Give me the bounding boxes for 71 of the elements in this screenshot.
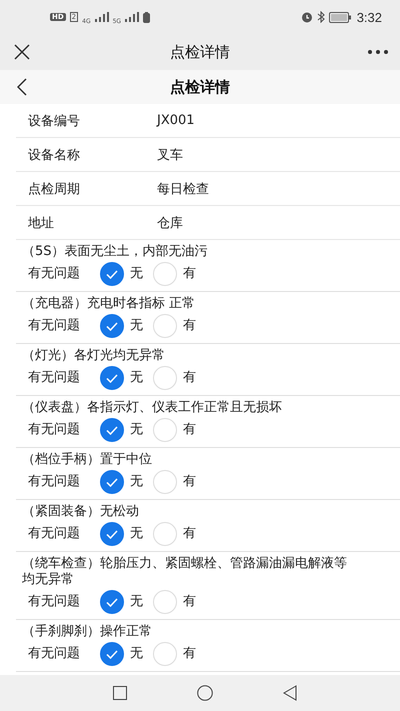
question-label: 有无问题: [28, 646, 81, 662]
field-value: 仓库: [157, 214, 183, 232]
question-label: 有无问题: [28, 318, 81, 334]
radio-button[interactable]: [100, 642, 124, 666]
question-label: 有无问题: [28, 266, 81, 282]
alarm-icon: [300, 11, 313, 23]
option-label: 无: [130, 526, 143, 542]
radio-button[interactable]: [100, 314, 124, 338]
recents-icon[interactable]: [113, 686, 127, 700]
field-value: JX001: [157, 113, 195, 128]
check-item-title: （绕车检查）轮胎压力、紧固螺栓、管路漏油漏电解液等均无异常: [22, 556, 348, 588]
option-label: 无: [130, 646, 143, 662]
field-label: 地址: [27, 214, 55, 232]
question-label: 有无问题: [28, 526, 81, 542]
field-label: 设备编号: [27, 112, 81, 130]
close-icon: [14, 44, 30, 60]
radio-button[interactable]: [100, 470, 124, 494]
question-label: 有无问题: [28, 594, 81, 610]
check-icon: [106, 478, 118, 486]
back-icon[interactable]: [283, 685, 297, 701]
option-label: 有: [183, 526, 196, 542]
radio-button[interactable]: [100, 366, 124, 390]
check-item-title: （灯光）各灯光均无异常: [22, 348, 166, 364]
option-label: 有: [183, 370, 196, 386]
bluetooth-icon: [316, 11, 325, 23]
check-item-title: （紧固装备）无松动: [22, 504, 140, 520]
option-label: 有: [183, 318, 196, 334]
check-item-title: （充电器）充电时各指标 正常: [22, 296, 196, 312]
check-item-title: （手刹脚刹）操作正常: [22, 624, 153, 640]
radio-button[interactable]: [100, 522, 124, 546]
clock-time: 3:32: [356, 10, 382, 24]
more-icon: [368, 50, 388, 54]
option-label: 有: [183, 266, 196, 282]
question-label: 有无问题: [28, 422, 81, 438]
radio-button[interactable]: [100, 418, 124, 442]
phone-icon: [143, 12, 150, 22]
check-item-title: （5S）表面无尘土，内部无油污: [22, 244, 209, 260]
back-icon: [17, 78, 27, 96]
check-icon: [106, 598, 118, 606]
battery-icon: [328, 12, 351, 22]
check-icon: [106, 374, 118, 382]
question-label: 有无问题: [28, 370, 81, 386]
option-label: 有: [183, 422, 196, 438]
signal-icon: [94, 12, 109, 22]
option-label: 无: [130, 594, 143, 610]
option-label: 有: [183, 646, 196, 662]
radio-button[interactable]: [100, 262, 124, 286]
page-title: 点检详情: [170, 42, 230, 62]
question-label: 有无问题: [28, 474, 81, 490]
check-icon: [106, 270, 118, 278]
home-icon[interactable]: [197, 685, 213, 701]
check-icon: [106, 426, 118, 434]
check-item-title: （档位手柄）置于中位: [22, 452, 153, 468]
check-icon: [106, 650, 118, 658]
check-icon: [106, 322, 118, 330]
page-title: 点检详情: [170, 78, 230, 96]
option-label: 无: [130, 474, 143, 490]
check-item-title: （仪表盘）各指示灯、仪表工作正常且无损坏: [22, 400, 283, 416]
option-label: 无: [130, 370, 143, 386]
field-value: 每日检查: [157, 180, 209, 198]
signal-icon: [125, 12, 140, 22]
radio-button[interactable]: [100, 590, 124, 614]
option-label: 无: [130, 318, 143, 334]
option-label: 无: [130, 266, 143, 282]
field-label: 设备名称: [27, 146, 81, 164]
check-icon: [106, 530, 118, 538]
field-label: 点检周期: [27, 180, 81, 198]
option-label: 有: [183, 474, 196, 490]
option-label: 无: [130, 422, 143, 438]
field-value: 叉车: [157, 146, 183, 164]
option-label: 有: [183, 594, 196, 610]
